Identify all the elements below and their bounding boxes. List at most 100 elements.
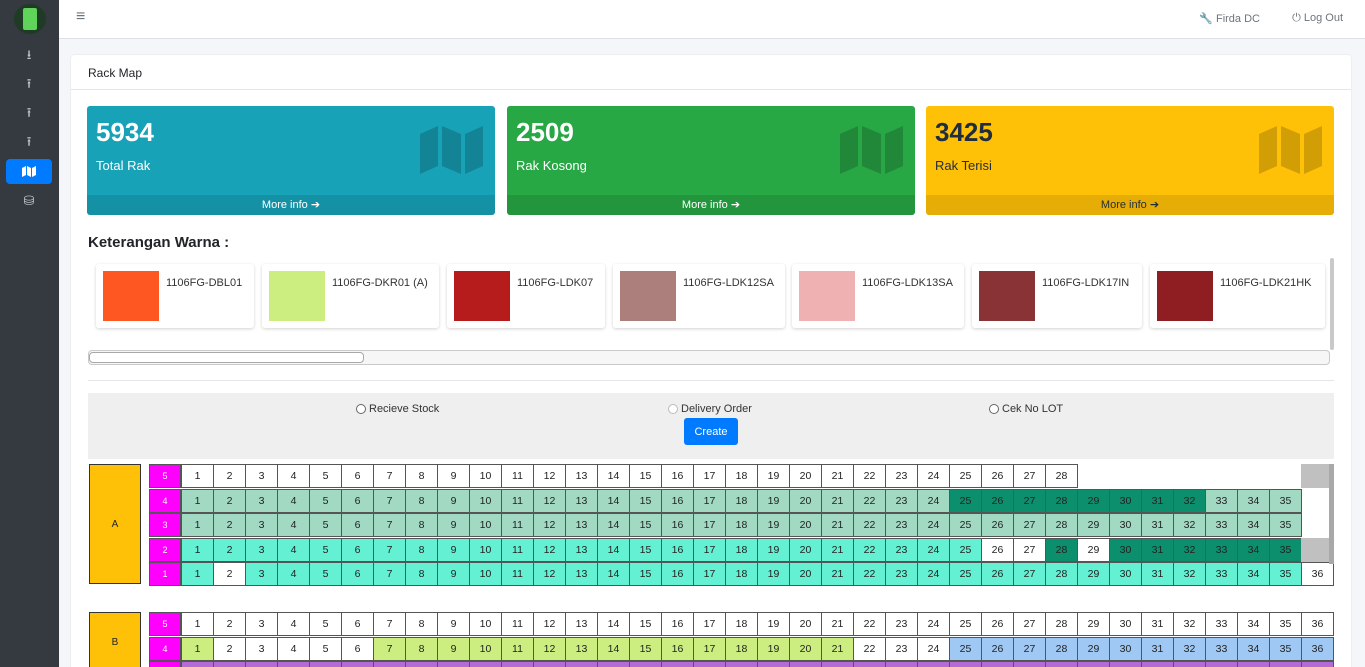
sidebar-item-database[interactable]: ⛁: [6, 188, 52, 213]
rack-slot[interactable]: 4: [277, 513, 310, 537]
rack-slot[interactable]: 19: [757, 488, 790, 513]
rack-slot[interactable]: 18: [725, 636, 758, 661]
rack-slot[interactable]: 16: [661, 513, 694, 537]
rack-slot[interactable]: 10: [469, 612, 502, 636]
rack-slot[interactable]: 24: [917, 612, 950, 636]
rack-slot[interactable]: 16: [661, 636, 694, 661]
rack-slot[interactable]: 5: [309, 661, 342, 667]
rack-slot[interactable]: 34: [1237, 537, 1270, 562]
rack-slot[interactable]: 1: [181, 661, 214, 667]
rack-slot[interactable]: 9: [437, 661, 470, 667]
rack-slot[interactable]: 12: [533, 464, 566, 488]
rack-slot[interactable]: 13: [565, 661, 598, 667]
rack-slot[interactable]: 25: [949, 537, 982, 562]
rack-slot[interactable]: 5: [309, 537, 342, 562]
rack-slot[interactable]: 36: [1301, 562, 1334, 586]
rack-slot[interactable]: 1: [181, 488, 214, 513]
rack-slot[interactable]: 22: [853, 661, 886, 667]
rack-slot[interactable]: 24: [917, 562, 950, 586]
rack-slot[interactable]: 3: [245, 636, 278, 661]
rack-slot[interactable]: 24: [917, 661, 950, 667]
rack-slot[interactable]: 9: [437, 464, 470, 488]
rack-slot[interactable]: 5: [309, 562, 342, 586]
rack-slot[interactable]: 8: [405, 464, 438, 488]
rack-slot[interactable]: 33: [1205, 636, 1238, 661]
rack-slot[interactable]: 5: [309, 513, 342, 537]
app-logo[interactable]: [14, 4, 46, 34]
rack-slot[interactable]: 17: [693, 537, 726, 562]
sidebar-item-rack-map[interactable]: [6, 159, 52, 184]
rack-slot[interactable]: 17: [693, 513, 726, 537]
rack-slot[interactable]: 8: [405, 636, 438, 661]
rack-slot[interactable]: 31: [1141, 661, 1174, 667]
rack-slot[interactable]: 18: [725, 513, 758, 537]
rack-slot[interactable]: 29: [1077, 636, 1110, 661]
rack-slot[interactable]: 32: [1173, 562, 1206, 586]
rack-slot[interactable]: 20: [789, 562, 822, 586]
rack-slot[interactable]: 32: [1173, 513, 1206, 537]
rack-slot[interactable]: 3: [245, 464, 278, 488]
rack-slot[interactable]: 31: [1141, 488, 1174, 513]
rack-slot[interactable]: 31: [1141, 612, 1174, 636]
rack-slot[interactable]: 29: [1077, 513, 1110, 537]
rack-slot[interactable]: 21: [821, 488, 854, 513]
rack-slot[interactable]: 3: [245, 537, 278, 562]
rack-slot[interactable]: 27: [1013, 488, 1046, 513]
rack-slot[interactable]: 6: [341, 488, 374, 513]
rack-slot[interactable]: 10: [469, 513, 502, 537]
rack-slot[interactable]: 17: [693, 661, 726, 667]
rack-slot[interactable]: 15: [629, 661, 662, 667]
rack-slot[interactable]: 11: [501, 537, 534, 562]
rack-slot[interactable]: 7: [373, 661, 406, 667]
rack-vertical-scrollbar[interactable]: [1329, 464, 1334, 564]
rack-slot[interactable]: 23: [885, 661, 918, 667]
rack-slot[interactable]: 33: [1205, 612, 1238, 636]
rack-slot[interactable]: 30: [1109, 612, 1142, 636]
rack-slot[interactable]: 32: [1173, 612, 1206, 636]
rack-slot[interactable]: 4: [277, 537, 310, 562]
rack-slot[interactable]: 10: [469, 661, 502, 667]
rack-slot[interactable]: 11: [501, 661, 534, 667]
rack-slot[interactable]: 35: [1269, 513, 1302, 537]
rack-slot[interactable]: 6: [341, 661, 374, 667]
rack-slot[interactable]: 33: [1205, 537, 1238, 562]
legend-vertical-scrollbar[interactable]: [1330, 258, 1334, 350]
rack-slot[interactable]: 19: [757, 562, 790, 586]
rack-slot[interactable]: 33: [1205, 488, 1238, 513]
rack-slot[interactable]: 23: [885, 562, 918, 586]
rack-slot[interactable]: 35: [1269, 488, 1302, 513]
rack-slot[interactable]: 20: [789, 537, 822, 562]
rack-slot[interactable]: 25: [949, 513, 982, 537]
rack-slot[interactable]: 30: [1109, 661, 1142, 667]
create-button[interactable]: Create: [684, 418, 738, 445]
radio-delivery-order[interactable]: Delivery Order: [668, 403, 752, 415]
rack-slot[interactable]: 35: [1269, 636, 1302, 661]
rack-slot[interactable]: 2: [213, 488, 246, 513]
rack-slot[interactable]: 1: [181, 513, 214, 537]
rack-slot[interactable]: 3: [245, 612, 278, 636]
rack-slot[interactable]: 21: [821, 562, 854, 586]
rack-slot[interactable]: 27: [1013, 636, 1046, 661]
rack-slot[interactable]: 30: [1109, 636, 1142, 661]
rack-slot[interactable]: 16: [661, 612, 694, 636]
rack-slot[interactable]: 18: [725, 661, 758, 667]
rack-slot[interactable]: 16: [661, 562, 694, 586]
rack-slot[interactable]: 19: [757, 636, 790, 661]
rack-slot[interactable]: 3: [245, 661, 278, 667]
rack-slot[interactable]: 15: [629, 562, 662, 586]
rack-slot[interactable]: 24: [917, 636, 950, 661]
rack-slot[interactable]: 28: [1045, 562, 1078, 586]
logout-button[interactable]: ⏻ Log Out: [1292, 12, 1343, 25]
rack-slot[interactable]: 32: [1173, 488, 1206, 513]
rack-slot[interactable]: 11: [501, 488, 534, 513]
menu-toggle-icon[interactable]: ≡: [76, 8, 85, 26]
rack-slot[interactable]: 26: [981, 464, 1014, 488]
rack-slot[interactable]: 13: [565, 488, 598, 513]
rack-slot[interactable]: 5: [309, 612, 342, 636]
rack-slot[interactable]: 4: [277, 636, 310, 661]
radio-recieve-stock[interactable]: Recieve Stock: [356, 403, 439, 415]
more-info-link[interactable]: More info ➔: [507, 195, 915, 215]
rack-slot[interactable]: 10: [469, 537, 502, 562]
rack-slot[interactable]: 35: [1269, 537, 1302, 562]
rack-slot[interactable]: 21: [821, 464, 854, 488]
